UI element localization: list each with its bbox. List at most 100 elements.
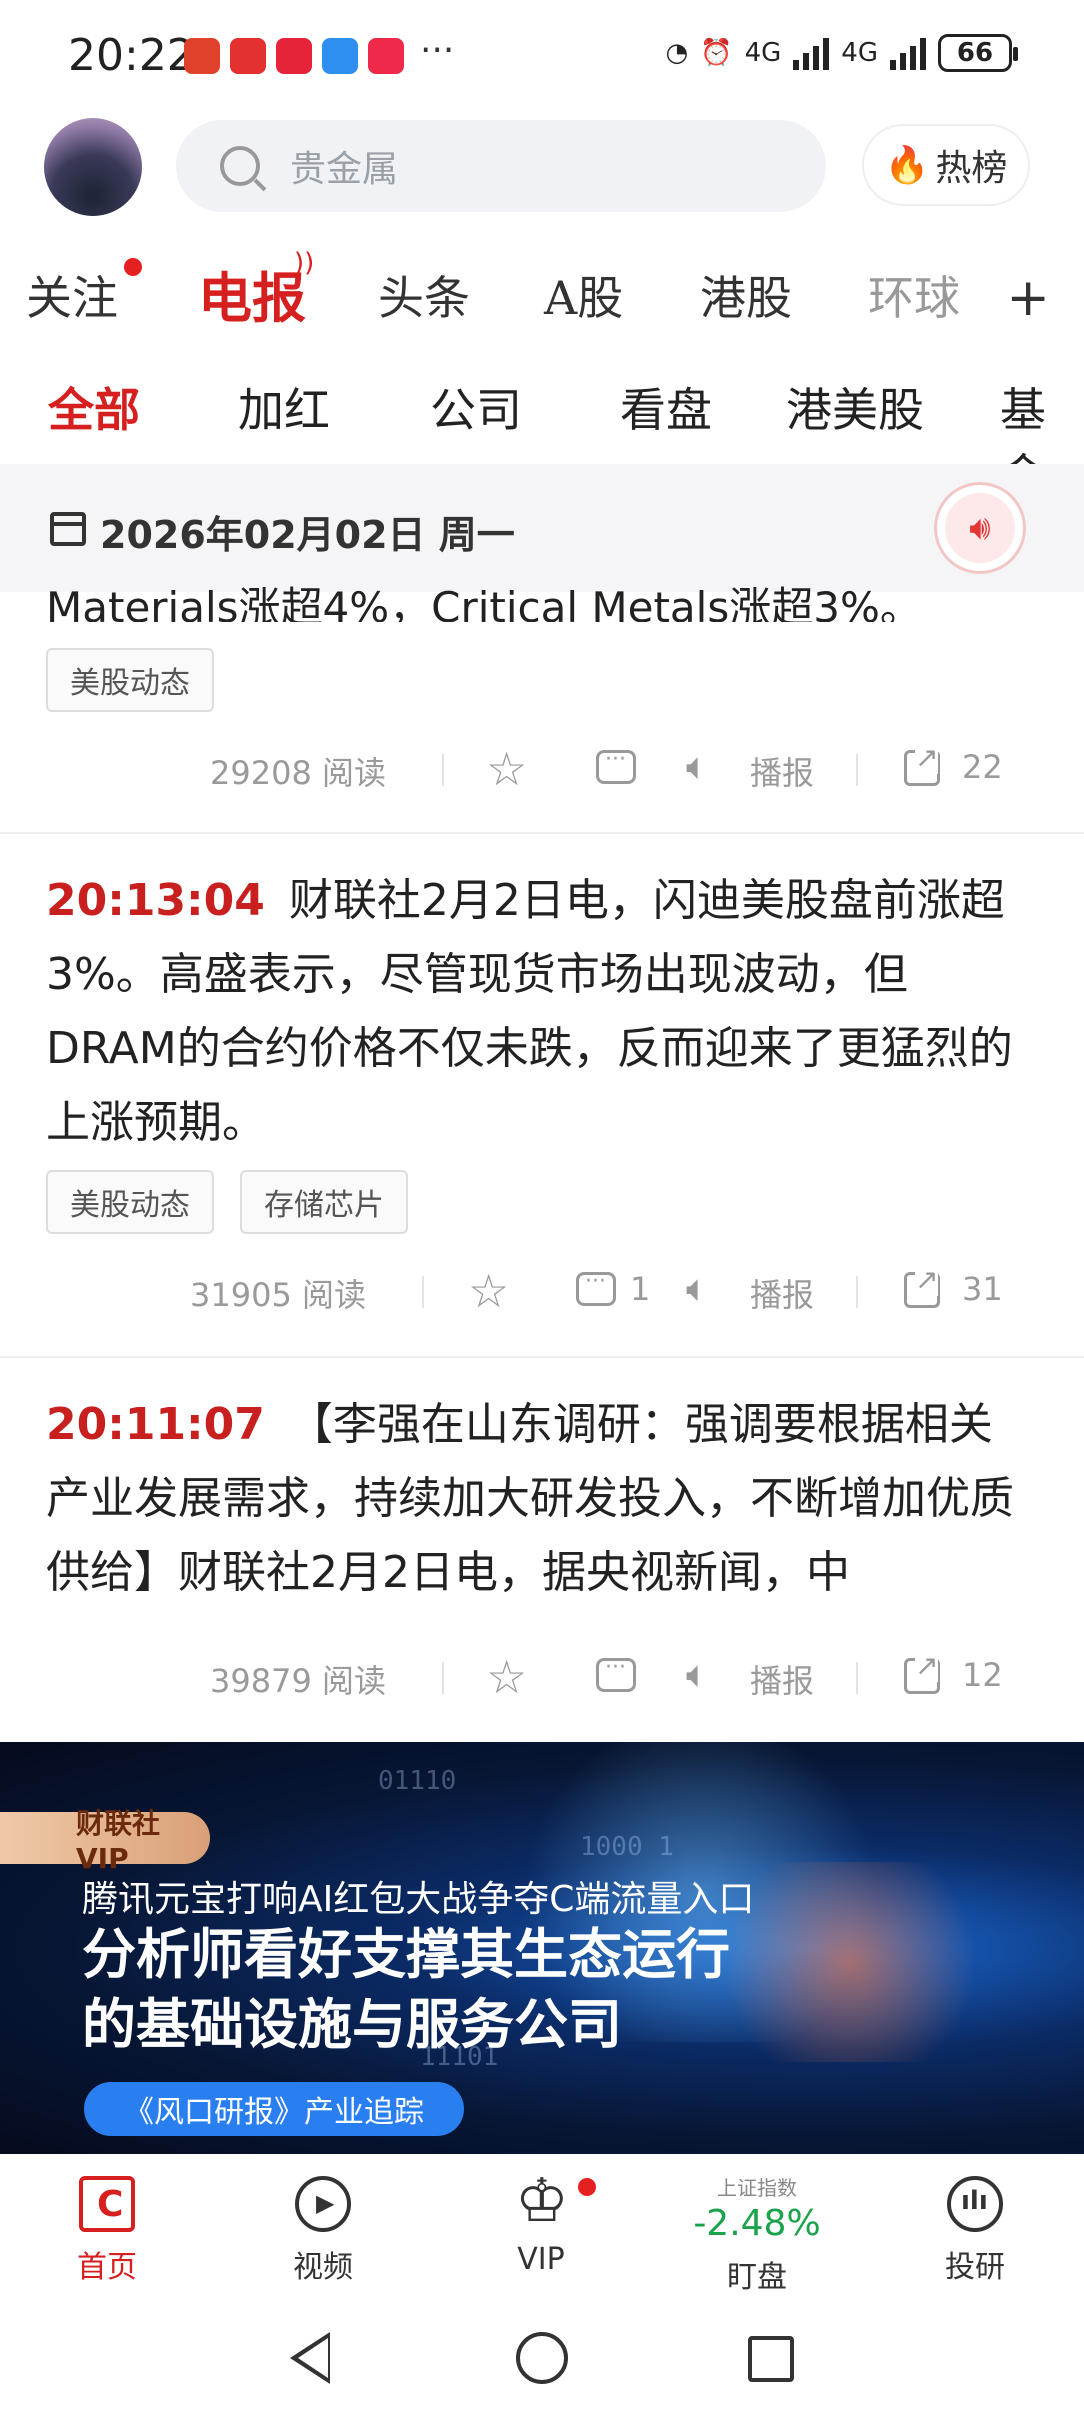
nav-vip-label: VIP xyxy=(517,2242,565,2277)
news-time: 20:11:07 xyxy=(46,1399,265,1450)
add-tab-icon[interactable]: + xyxy=(1006,268,1050,328)
broadcast-button[interactable]: 播报 xyxy=(750,1270,814,1316)
nav-vip[interactable]: VIP xyxy=(466,2166,616,2277)
main-tabs: 关注 电报 )) 头条 A股 港股 环球 + xyxy=(0,248,1084,340)
signal-icon xyxy=(793,36,830,70)
system-nav-bar xyxy=(0,2304,1084,2412)
divider xyxy=(442,754,444,786)
home-circle-icon[interactable] xyxy=(516,2332,568,2384)
comment-icon[interactable] xyxy=(596,1655,636,1692)
nav-video-label: 视频 xyxy=(293,2250,353,2285)
divider xyxy=(442,1662,444,1694)
news-time: 20:13:04 xyxy=(46,875,265,926)
subtab-company[interactable]: 公司 xyxy=(430,374,522,440)
favorite-icon[interactable]: ☆ xyxy=(486,742,527,796)
tag-us-stock[interactable]: 美股动态 xyxy=(46,1170,214,1234)
tab-telegraph[interactable]: 电报 xyxy=(198,254,306,333)
nav-home[interactable]: 首页 xyxy=(32,2176,182,2286)
nav-video[interactable]: 视频 xyxy=(248,2176,398,2286)
share-icon[interactable] xyxy=(904,1649,940,1694)
tab-a-shares[interactable]: A股 xyxy=(544,262,623,328)
user-avatar[interactable] xyxy=(44,118,142,216)
status-time: 20:22 xyxy=(68,30,195,81)
status-right: ◔ ⏰ 4G 4G 66 xyxy=(665,34,1018,72)
sub-tabs: 全部 加红 公司 看盘 港美股 基金 xyxy=(0,368,1084,503)
nav-watch-label: 盯盘 xyxy=(727,2260,787,2295)
subtab-all[interactable]: 全部 xyxy=(48,374,140,440)
tag-memory-chip[interactable]: 存储芯片 xyxy=(240,1170,408,1234)
video-icon xyxy=(295,2176,351,2232)
banner-headline: 分析师看好支撑其生态运行的基础设施与服务公司 xyxy=(82,1923,730,2056)
tab-headlines[interactable]: 头条 xyxy=(378,262,470,328)
hot-list-button[interactable]: 🔥 热榜 xyxy=(862,124,1030,206)
tab-hk-stocks[interactable]: 港股 xyxy=(700,262,792,328)
nav-research[interactable]: 投研 xyxy=(900,2176,1050,2286)
crown-icon xyxy=(513,2166,569,2236)
divider xyxy=(856,1276,858,1308)
subtab-red[interactable]: 加红 xyxy=(238,374,330,440)
battery-icon: 66 xyxy=(938,34,1018,72)
favorite-icon[interactable]: ☆ xyxy=(468,1264,509,1318)
nfc-icon: ◔ xyxy=(665,38,689,68)
speaker-icon[interactable]: 🔈︎ xyxy=(686,1266,709,1311)
subtab-hk-us[interactable]: 港美股 xyxy=(786,374,924,440)
item0-tags: 美股动态 xyxy=(46,648,214,712)
partial-item-clip: Materials涨超4%，Critical Metals涨超3%。 xyxy=(0,562,1084,622)
speaker-icon: 🔊︎ xyxy=(945,493,1015,563)
tab-global[interactable]: 环球 xyxy=(868,262,960,328)
item1-actions: 31905 阅读 ☆ 1 🔈︎ 播报 31 xyxy=(0,1262,1084,1322)
tag-us-stock[interactable]: 美股动态 xyxy=(46,648,214,712)
app-notification-icon xyxy=(322,38,358,74)
partial-item-text[interactable]: Materials涨超4%，Critical Metals涨超3%。 xyxy=(46,574,922,622)
item0-actions: 29208 阅读 ☆ 🔈︎ 播报 22 xyxy=(0,740,1084,800)
divider xyxy=(856,754,858,786)
banner-cta[interactable]: 《风口研报》产业追踪 xyxy=(84,2082,464,2136)
battery-level: 66 xyxy=(956,38,994,68)
divider xyxy=(422,1276,424,1308)
share-icon[interactable] xyxy=(904,741,940,786)
broadcast-button[interactable]: 播报 xyxy=(750,748,814,794)
read-count: 29208 阅读 xyxy=(210,754,386,792)
tab-follow[interactable]: 关注 xyxy=(26,262,118,328)
search-placeholder: 贵金属 xyxy=(290,149,399,190)
recent-apps-icon[interactable] xyxy=(748,2336,794,2382)
banner-code-text: 01110 xyxy=(378,1766,457,1796)
search-input[interactable]: 贵金属 xyxy=(176,120,826,212)
network-label-1: 4G xyxy=(744,38,782,68)
item1-tags: 美股动态 存储芯片 xyxy=(46,1170,408,1234)
feed-date: 2026年02月02日 周一 xyxy=(100,513,515,557)
read-count: 39879 阅读 xyxy=(210,1662,386,1700)
status-bar: 20:22 ··· ◔ ⏰ 4G 4G 66 xyxy=(0,0,1084,110)
comment-icon[interactable] xyxy=(576,1269,616,1306)
speaker-icon[interactable]: 🔈︎ xyxy=(686,744,709,789)
news-item[interactable]: 20:13:04 财联社2月2日电，闪迪美股盘前涨超3%。高盛表示，尽管现货市场出… xyxy=(46,864,1036,1160)
share-count: 12 xyxy=(962,1656,1003,1694)
promo-banner[interactable]: 01110 1000 1 11101 财联社VIP 腾讯元宝打响AI红包大战争夺… xyxy=(0,1742,1084,2154)
subtab-market-watch[interactable]: 看盘 xyxy=(620,374,712,440)
market-index-change: -2.48% xyxy=(693,2203,821,2244)
app-notification-icon xyxy=(276,38,312,74)
notification-icons xyxy=(184,38,404,74)
divider xyxy=(856,1662,858,1694)
broadcast-button[interactable]: 播报 xyxy=(750,1656,814,1702)
share-icon[interactable] xyxy=(904,1263,940,1308)
comment-count: 1 xyxy=(630,1270,651,1308)
audio-play-button[interactable]: 🔊︎ xyxy=(934,482,1026,574)
hot-list-label: 热榜 xyxy=(935,148,1008,189)
back-icon[interactable] xyxy=(290,2332,330,2384)
search-icon xyxy=(220,146,260,186)
read-count: 31905 阅读 xyxy=(190,1276,366,1314)
favorite-icon[interactable]: ☆ xyxy=(486,1650,527,1704)
nav-watch[interactable]: 上证指数 -2.48% 盯盘 xyxy=(682,2166,832,2296)
item2-actions: 39879 阅读 ☆ 🔈︎ 播报 12 xyxy=(0,1648,1084,1708)
signal-icon-2 xyxy=(890,36,926,70)
vip-badge: 财联社VIP xyxy=(0,1807,210,1875)
bottom-nav: 首页 视频 VIP 上证指数 -2.48% 盯盘 投研 xyxy=(0,2154,1084,2304)
comment-icon[interactable] xyxy=(596,747,636,784)
feed-divider xyxy=(0,1356,1084,1358)
banner-subtitle: 腾讯元宝打响AI红包大战争夺C端流量入口 xyxy=(82,1879,755,1920)
speaker-icon[interactable]: 🔈︎ xyxy=(686,1652,709,1697)
alarm-icon: ⏰ xyxy=(700,38,733,68)
network-label-2: 4G xyxy=(841,38,878,68)
news-item[interactable]: 20:11:07 【李强在山东调研：强调要根据相关产业发展需求，持续加大研发投入，… xyxy=(46,1388,1036,1610)
